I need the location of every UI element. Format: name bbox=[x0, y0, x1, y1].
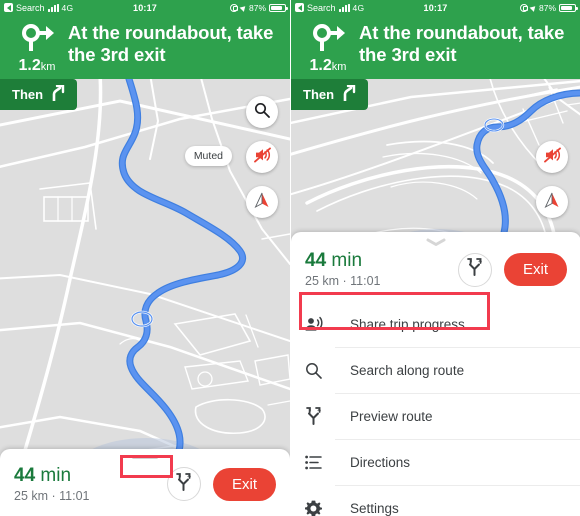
menu-item-label: Share trip progress bbox=[350, 316, 465, 332]
trip-duration-unit: min bbox=[331, 250, 363, 271]
navigation-arrow-icon bbox=[544, 192, 560, 213]
menu-item-preview-route[interactable]: Preview route bbox=[291, 393, 580, 439]
map-search-button[interactable] bbox=[246, 96, 278, 128]
menu-item-label: Settings bbox=[350, 500, 399, 516]
status-bar-right: 87% bbox=[229, 2, 288, 13]
battery-percent-label: 87% bbox=[538, 2, 556, 13]
status-bar: Search 4G 10:17 87% bbox=[291, 0, 580, 15]
lock-rotation-icon bbox=[229, 3, 239, 12]
map-mute-button[interactable] bbox=[536, 141, 568, 173]
preview-route-icon bbox=[305, 407, 335, 426]
exit-navigation-button[interactable]: Exit bbox=[503, 253, 567, 287]
exit-navigation-button[interactable]: Exit bbox=[212, 467, 276, 501]
alternate-routes-icon bbox=[175, 473, 192, 496]
then-label: Then bbox=[303, 87, 335, 102]
maneuver-column: 1.2km bbox=[297, 21, 359, 74]
trip-details: 25 km · 11:01 bbox=[305, 273, 381, 288]
volume-muted-icon bbox=[253, 147, 271, 168]
instruction-text: At the roundabout, take the 3rd exit bbox=[359, 22, 565, 65]
navigation-instruction-header: 1.2km At the roundabout, take the 3rd ex… bbox=[0, 15, 290, 79]
then-label: Then bbox=[12, 87, 44, 102]
menu-item-share-trip-progress[interactable]: Share trip progress bbox=[291, 301, 580, 347]
eta-row: 44 min 25 km · 11:01 Exit bbox=[291, 246, 580, 301]
trip-duration: 44 min bbox=[14, 465, 167, 487]
status-bar: Search 4G 10:17 87% bbox=[0, 0, 290, 15]
battery-icon bbox=[559, 3, 578, 12]
lock-rotation-icon bbox=[519, 3, 529, 12]
dual-screenshot-comparison: Search 4G 10:17 87% 1.2km At the roundab… bbox=[0, 0, 580, 516]
trip-duration-value: 44 bbox=[305, 250, 327, 271]
menu-item-label: Search along route bbox=[350, 362, 465, 378]
trip-details: 25 km · 11:01 bbox=[14, 488, 90, 503]
trip-duration-unit: min bbox=[40, 464, 72, 486]
right-panel-menu-view: Search 4G 10:17 87% 1.2km At the roundab… bbox=[290, 0, 580, 516]
alternate-routes-button[interactable] bbox=[166, 467, 201, 502]
map-recenter-button[interactable] bbox=[246, 186, 278, 218]
status-bar-right: 87% bbox=[519, 2, 578, 13]
eta-text-block: 44 min 25 km · 11:01 bbox=[305, 250, 458, 289]
map-recenter-button[interactable] bbox=[536, 186, 568, 218]
distance-unit: km bbox=[331, 61, 347, 73]
menu-item-label: Directions bbox=[350, 454, 411, 470]
share-trip-progress-icon bbox=[305, 316, 335, 332]
navigation-options-list: Share trip progress Search along route P… bbox=[291, 301, 580, 516]
maneuver-column: 1.2km bbox=[6, 21, 68, 74]
merge-fork-icon bbox=[341, 84, 356, 104]
chevron-down-icon[interactable] bbox=[291, 232, 580, 246]
merge-fork-icon bbox=[50, 84, 65, 104]
search-icon bbox=[305, 362, 335, 379]
navigation-instruction-header: 1.2km At the roundabout, take the 3rd ex… bbox=[291, 15, 580, 79]
alternate-routes-icon bbox=[466, 258, 483, 281]
roundabout-third-exit-icon bbox=[309, 23, 347, 53]
trip-duration-value: 44 bbox=[14, 464, 36, 486]
search-icon bbox=[254, 102, 270, 123]
navigation-options-sheet: 44 min 25 km · 11:01 Exit Share trip pro… bbox=[291, 232, 580, 516]
menu-item-search-along-route[interactable]: Search along route bbox=[291, 347, 580, 393]
volume-muted-icon bbox=[543, 147, 561, 168]
map-mute-button[interactable] bbox=[246, 141, 278, 173]
menu-item-label: Preview route bbox=[350, 408, 433, 424]
instruction-text: At the roundabout, take the 3rd exit bbox=[68, 22, 274, 65]
drag-handle-icon[interactable] bbox=[0, 449, 290, 461]
location-arrow-icon bbox=[529, 3, 538, 12]
menu-item-settings[interactable]: Settings bbox=[291, 485, 580, 516]
eta-text-block: 44 min 25 km · 11:01 bbox=[14, 465, 167, 504]
roundabout-third-exit-icon bbox=[18, 23, 56, 53]
distance-unit: km bbox=[40, 61, 56, 73]
menu-item-directions[interactable]: Directions bbox=[291, 439, 580, 485]
muted-status-pill: Muted bbox=[184, 146, 232, 166]
then-banner: Then bbox=[0, 79, 78, 110]
distance-to-maneuver: 1.2km bbox=[309, 57, 347, 74]
then-banner: Then bbox=[291, 79, 369, 110]
location-arrow-icon bbox=[239, 3, 248, 12]
navigation-arrow-icon bbox=[254, 192, 270, 213]
gear-icon bbox=[305, 500, 335, 516]
eta-row: 44 min 25 km · 11:01 Exit bbox=[0, 461, 290, 516]
battery-icon bbox=[269, 3, 288, 12]
distance-to-maneuver: 1.2km bbox=[18, 57, 56, 74]
battery-percent-label: 87% bbox=[248, 2, 266, 13]
alternate-routes-button[interactable] bbox=[457, 252, 492, 287]
trip-duration: 44 min bbox=[305, 250, 458, 272]
list-directions-icon bbox=[305, 455, 335, 470]
eta-bottom-sheet[interactable]: 44 min 25 km · 11:01 Exit bbox=[0, 448, 290, 516]
muted-pill-label: Muted bbox=[193, 150, 223, 162]
left-panel-navigation-view: Search 4G 10:17 87% 1.2km At the roundab… bbox=[0, 0, 290, 516]
